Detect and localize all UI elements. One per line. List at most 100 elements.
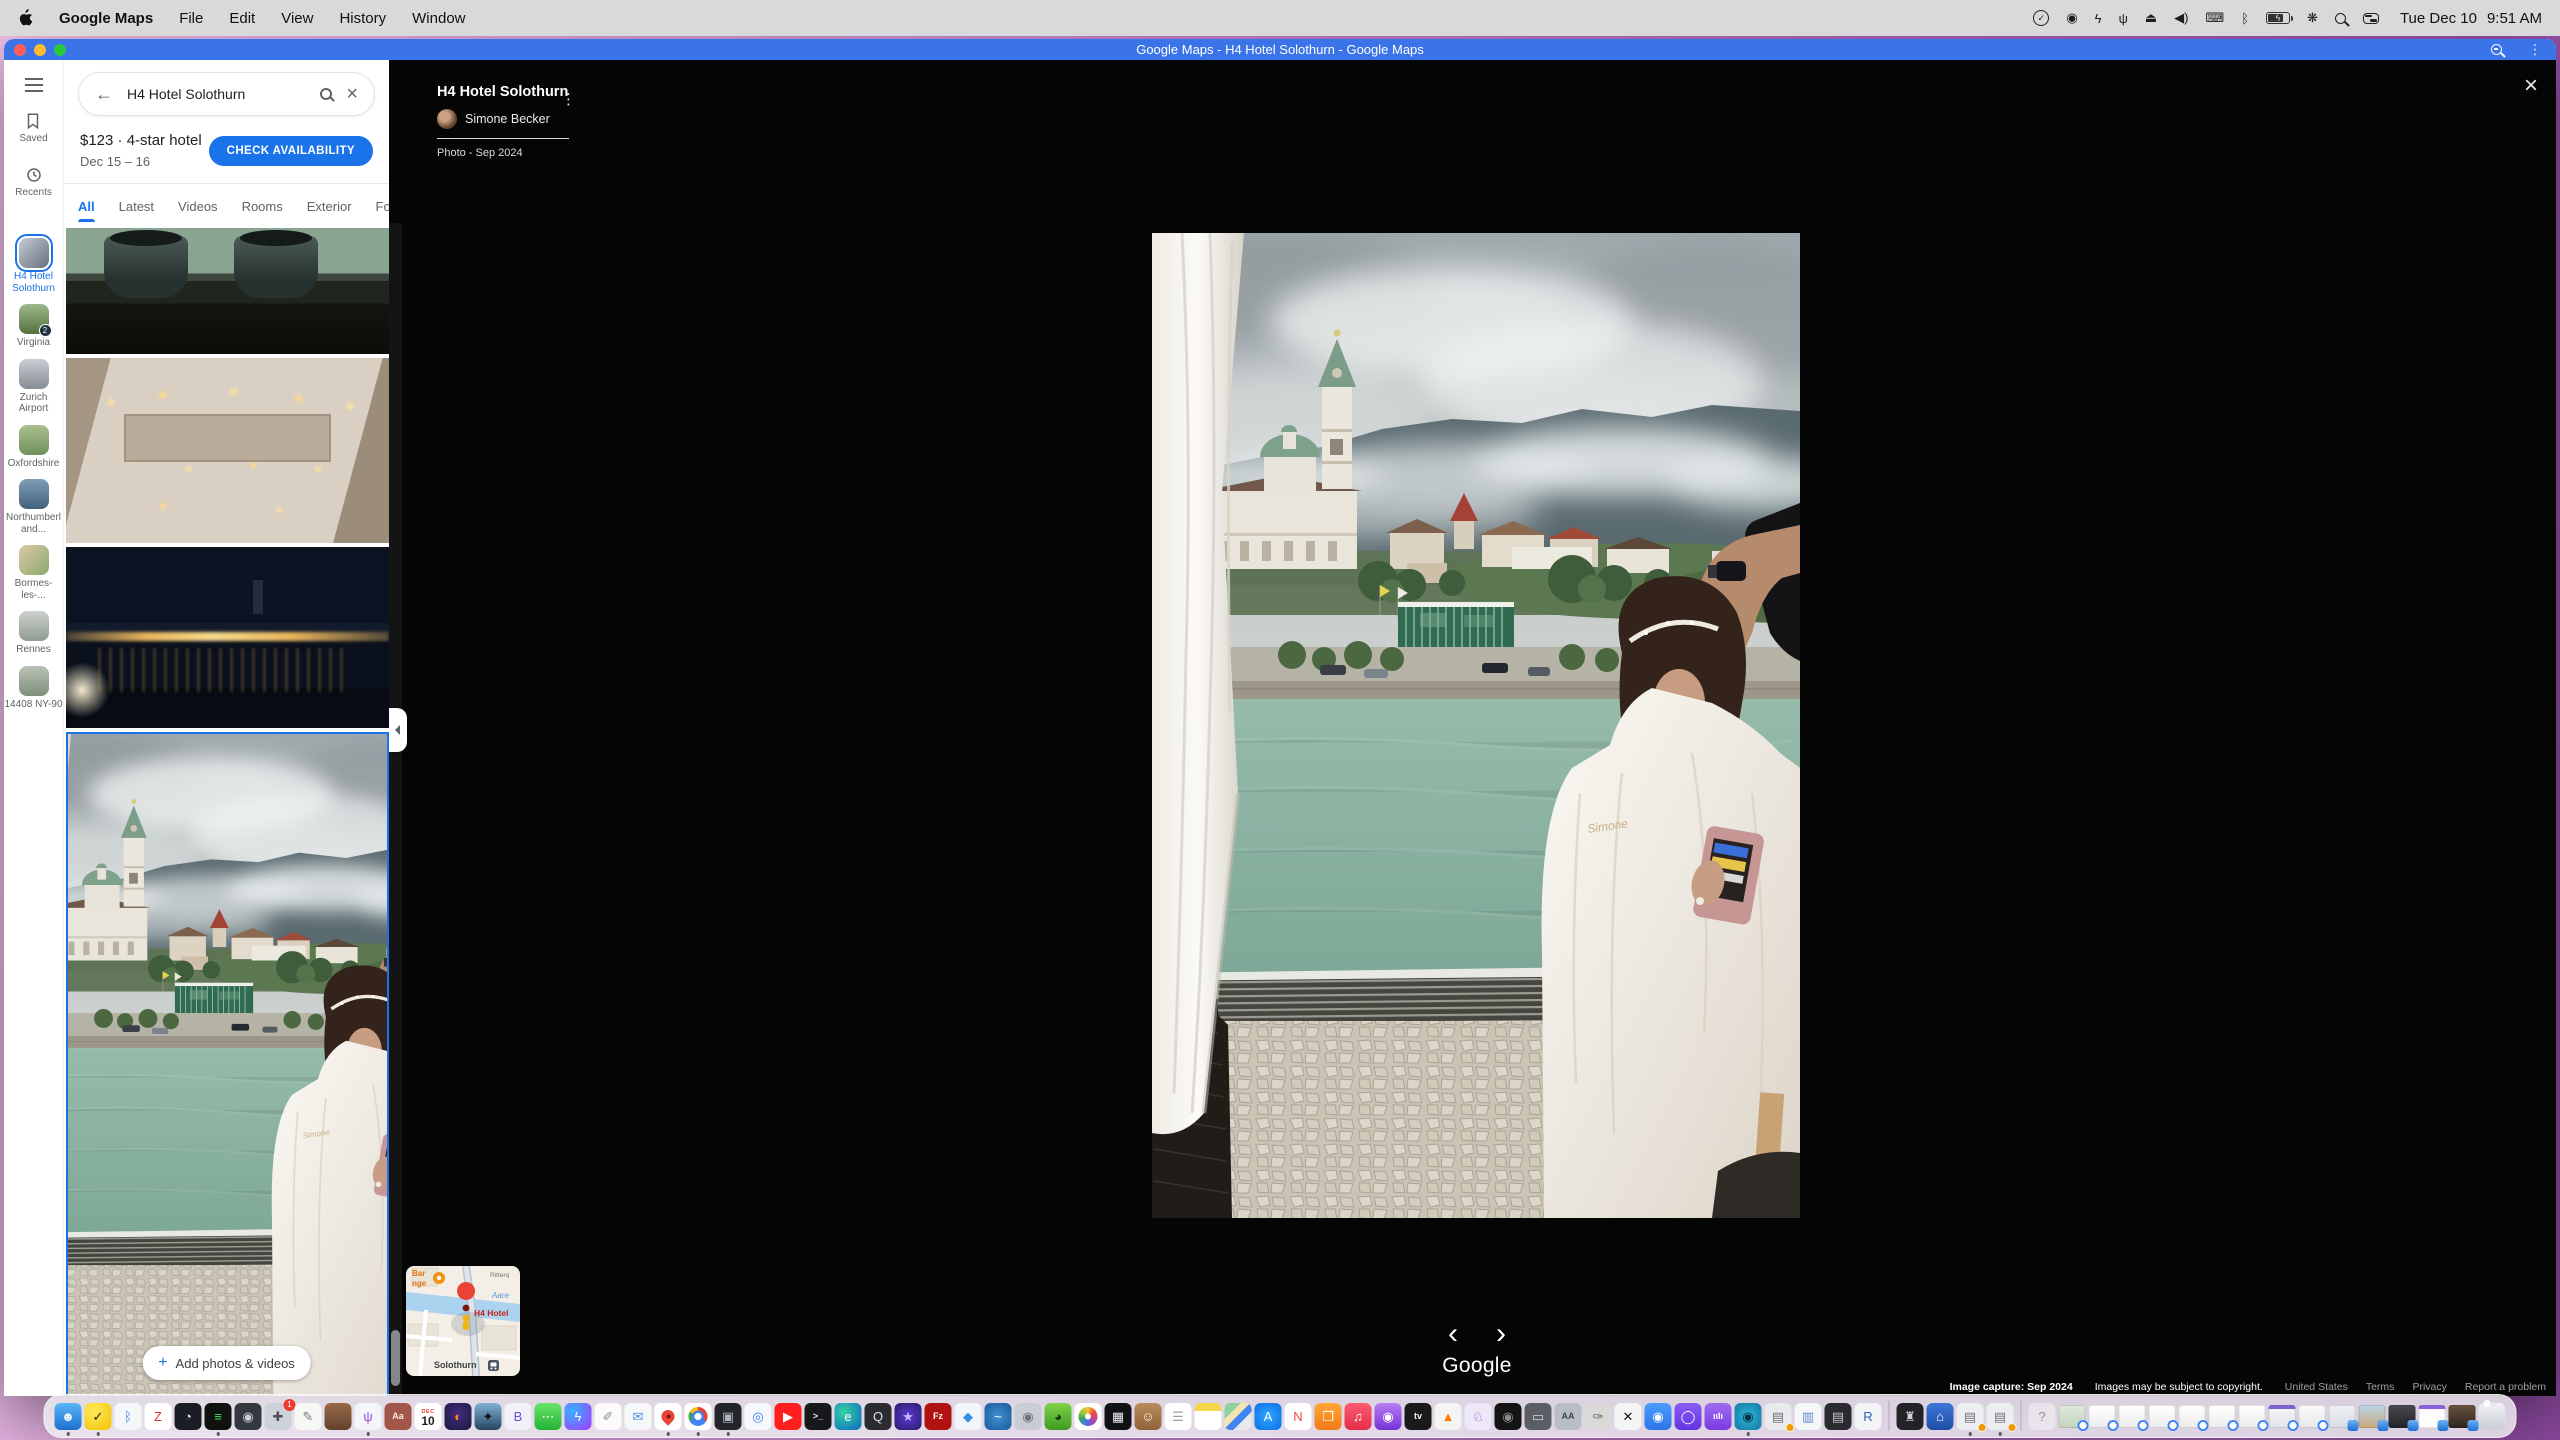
hotel-atrium-photo[interactable] [66,358,389,543]
gauge-app-dock-icon[interactable]: ◔ [175,1403,202,1430]
voice-app-dock-icon[interactable]: ıılı [1705,1403,1732,1430]
scanner-app-dock-icon[interactable]: ▤ [1825,1403,1852,1430]
active-app-name[interactable]: Google Maps [59,10,153,27]
gimp-dock-icon[interactable]: ✑ [1585,1403,1612,1430]
volume-icon[interactable]: ◀) [2174,10,2188,26]
image-capture-dock-icon[interactable]: ▣ [715,1403,742,1430]
minimized-doc-window-dock-icon[interactable] [2299,1405,2326,1428]
recent-place-ny90[interactable]: 14408 NY-90 [5,666,63,711]
minimized-dark-window-dock-icon[interactable] [2389,1405,2416,1428]
control-center-icon[interactable] [2363,13,2379,24]
mini-map[interactable]: Bar nge Ritterq Aare H4 Hotel Solothurn [406,1266,520,1376]
previous-photo-button[interactable]: ‹ [1433,1314,1473,1354]
close-window-button[interactable] [14,44,26,56]
reminders-dock-icon[interactable]: ☰ [1165,1403,1192,1430]
dvd-player-dock-icon[interactable]: ◉ [1015,1403,1042,1430]
messages-dock-icon[interactable]: ⋯ [535,1403,562,1430]
vinyl-app-dock-icon[interactable]: ◉ [1495,1403,1522,1430]
zoom-window-button[interactable] [54,44,66,56]
footer-link-report-a-problem[interactable]: Report a problem [2465,1381,2546,1393]
filezilla-dock-icon[interactable]: Fz [925,1403,952,1430]
x-app-dock-icon[interactable]: ✕ [1615,1403,1642,1430]
footer-link-privacy[interactable]: Privacy [2412,1381,2446,1393]
usb-status-icon[interactable]: ψ [2119,11,2128,26]
mail-dock-icon[interactable]: ✉ [625,1403,652,1430]
recents-button[interactable]: Recents [15,166,52,198]
terminal-dock-icon[interactable]: >_ [805,1403,832,1430]
tab-latest[interactable]: Latest [119,187,154,226]
recent-place-oxfordshire[interactable]: Oxfordshire [5,425,63,470]
next-photo-button[interactable]: › [1481,1314,1521,1354]
audio-meter-dock-icon[interactable]: ≡ [205,1403,232,1430]
vector-app-dock-icon[interactable]: ◆ [955,1403,982,1430]
minimized-sheet-window-dock-icon[interactable] [2269,1405,2296,1428]
window-app-dock-icon[interactable]: ▭ [1525,1403,1552,1430]
webcam-app-dock-icon[interactable]: ◉ [1735,1403,1762,1430]
menu-item-file[interactable]: File [179,10,203,27]
battery-charging-icon[interactable]: ϟ [2266,12,2290,24]
zoom-out-icon[interactable] [2491,44,2502,55]
author-avatar[interactable] [437,109,457,129]
search-box[interactable]: ← H4 Hotel Solothurn × [78,72,375,116]
scrollbar-thumb[interactable] [391,1330,400,1386]
loom-dock-icon[interactable]: ◯ [1675,1403,1702,1430]
dictionary-2-dock-icon[interactable]: AA [1555,1403,1582,1430]
styling-app-dock-icon[interactable] [325,1403,352,1430]
minimized-art-window-dock-icon[interactable] [2449,1405,2476,1428]
minimized-map-window-dock-icon[interactable] [2059,1405,2086,1428]
piano-app-dock-icon[interactable]: ▦ [1105,1403,1132,1430]
google-maps-dock-icon[interactable] [655,1403,682,1430]
menu-item-edit[interactable]: Edit [229,10,255,27]
imovie-dock-icon[interactable]: ★ [895,1403,922,1430]
kindle-dock-icon[interactable]: ✦ [475,1403,502,1430]
app-store-dock-icon[interactable]: A [1255,1403,1282,1430]
minimized-calendar-window-dock-icon[interactable] [2419,1405,2446,1428]
app-circle-icon[interactable]: ◉ [2066,10,2077,26]
collapse-panel-handle[interactable] [389,708,407,752]
openoffice-dock-icon[interactable]: ~ [985,1403,1012,1430]
messenger-dock-icon[interactable]: ϟ [565,1403,592,1430]
menu-item-history[interactable]: History [339,10,386,27]
author-name[interactable]: Simone Becker [465,112,550,126]
dictionary-dock-icon[interactable]: Aa [385,1403,412,1430]
notes-dock-icon[interactable] [1195,1403,1222,1430]
window-title-bar[interactable]: Google Maps - H4 Hotel Solothurn - Googl… [4,39,2556,60]
recent-place-h4[interactable]: H4 Hotel Solothurn [5,238,63,294]
printer-utility-dock-icon[interactable]: ▤ [1765,1403,1792,1430]
diagnostics-app-dock-icon[interactable]: ✚1 [265,1403,292,1430]
globalprotect-dock-icon[interactable]: ⌂ [1927,1403,1954,1430]
podcasts-dock-icon[interactable]: ◉ [1375,1403,1402,1430]
usb-app-dock-icon[interactable]: ψ [355,1403,382,1430]
minimize-window-button[interactable] [34,44,46,56]
trash-dock-icon[interactable] [2479,1403,2506,1430]
printer-3-dock-icon[interactable]: ▤ [1987,1403,2014,1430]
main-menu-icon[interactable] [25,84,43,86]
recent-place-bormes[interactable]: Bormes-les-... [5,545,63,601]
check-app-dock-icon[interactable]: ✓ [85,1403,112,1430]
check-availability-button[interactable]: CHECK AVAILABILITY [209,136,373,166]
footer-link-united-states[interactable]: United States [2285,1381,2348,1393]
r-stats-dock-icon[interactable]: R [1855,1403,1882,1430]
saved-button[interactable]: Saved [19,112,47,144]
minimized-chrome-window-dock-icon[interactable] [2149,1405,2176,1428]
fax-center-dock-icon[interactable]: ▥ [1795,1403,1822,1430]
wifi-fan-icon[interactable]: ❋ [2307,10,2318,26]
books-dock-icon[interactable]: ❐ [1315,1403,1342,1430]
tab-exterior[interactable]: Exterior [307,187,352,226]
textedit-dock-icon[interactable]: ✎ [295,1403,322,1430]
quicktime-dock-icon[interactable]: Q [865,1403,892,1430]
back-arrow-icon[interactable]: ← [95,84,113,105]
recent-place-virginia[interactable]: 2Virginia [5,304,63,349]
news-dock-icon[interactable]: N [1285,1403,1312,1430]
add-photos-button[interactable]: + Add photos & videos [142,1346,311,1380]
apple-tv-dock-icon[interactable]: tv [1405,1403,1432,1430]
apple-logo-icon[interactable] [18,9,33,27]
search-icon[interactable] [320,88,332,100]
firefox-dock-icon[interactable]: ◐ [445,1403,472,1430]
keyboard-input-icon[interactable]: ⌨ [2205,10,2224,26]
music-dock-icon[interactable]: ♫ [1345,1403,1372,1430]
missing-app-dock-icon[interactable]: ? [2029,1403,2056,1430]
dark-figure-app-dock-icon[interactable]: ♜ [1897,1403,1924,1430]
airport-utility-dock-icon[interactable]: ◉ [235,1403,262,1430]
window-menu-icon[interactable]: ⋮ [2528,41,2542,58]
